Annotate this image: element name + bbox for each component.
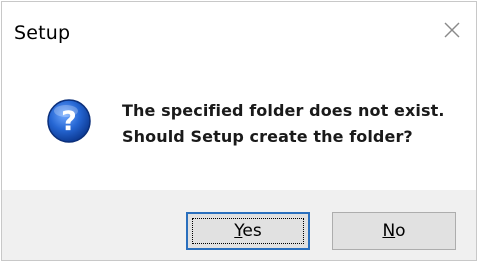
close-icon — [444, 22, 460, 38]
svg-text:?: ? — [61, 106, 77, 137]
setup-dialog: Setup ? The specified folder does not ex… — [1, 1, 477, 261]
no-button-label: No — [382, 221, 406, 241]
close-button[interactable] — [438, 16, 466, 44]
message-area: ? The specified folder does not exist. S… — [2, 58, 476, 190]
message-line-1: The specified folder does not exist. — [122, 101, 445, 120]
yes-button[interactable]: Yes — [186, 212, 310, 250]
button-bar: Yes No — [2, 190, 476, 260]
title-bar[interactable]: Setup — [2, 2, 476, 58]
no-button[interactable]: No — [332, 212, 456, 250]
message-line-2: Should Setup create the folder? — [122, 127, 413, 146]
window-title: Setup — [14, 22, 71, 44]
dialog-message: The specified folder does not exist. Sho… — [122, 98, 445, 150]
question-icon: ? — [46, 98, 92, 144]
yes-button-label: Yes — [234, 221, 262, 241]
